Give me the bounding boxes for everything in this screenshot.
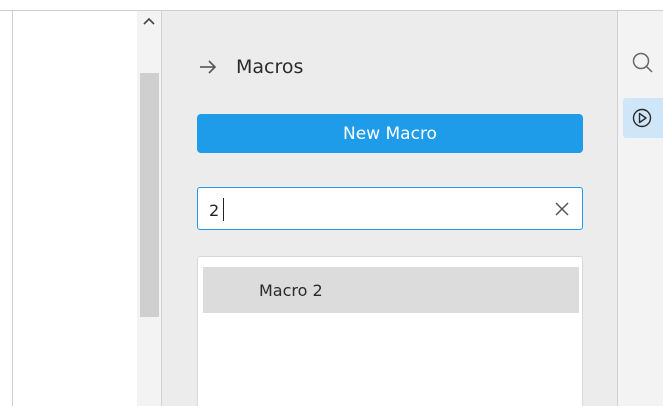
macro-search-input[interactable] (209, 199, 529, 221)
new-macro-button[interactable]: New Macro (197, 114, 583, 153)
panel-header: Macros (198, 53, 303, 81)
search-icon (632, 52, 653, 73)
arrow-right-icon[interactable] (198, 57, 218, 77)
close-icon[interactable] (554, 201, 570, 217)
sidebar-search-button[interactable] (623, 43, 663, 83)
macro-search-field[interactable] (197, 187, 583, 230)
right-sidebar (618, 11, 663, 406)
scroll-up-button[interactable] (137, 11, 162, 33)
chevron-up-icon (143, 17, 155, 25)
panel-title: Macros (236, 56, 304, 78)
top-border (0, 0, 663, 11)
document-area[interactable] (12, 11, 137, 406)
scroll-thumb[interactable] (140, 73, 159, 317)
vertical-scrollbar[interactable] (137, 11, 162, 406)
macros-panel: Macros New Macro Macro 2 (162, 11, 617, 406)
app-window: Macros New Macro Macro 2 (0, 0, 663, 406)
macro-results-list: Macro 2 (197, 256, 583, 406)
sidebar-macros-button[interactable] (623, 98, 663, 138)
list-item[interactable]: Macro 2 (203, 267, 579, 313)
text-caret (223, 198, 224, 221)
play-circle-icon (632, 108, 652, 128)
